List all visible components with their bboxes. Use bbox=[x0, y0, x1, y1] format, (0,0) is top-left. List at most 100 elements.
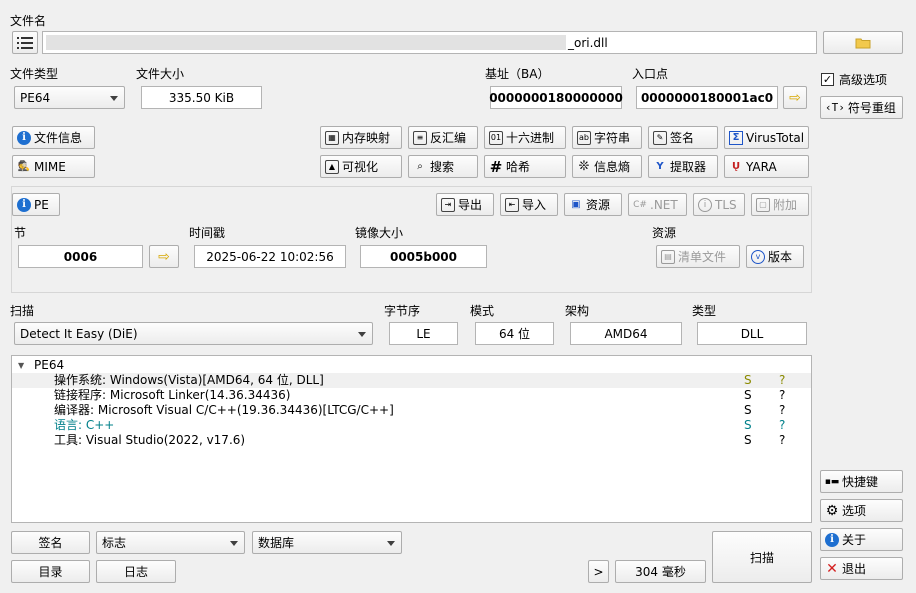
entropy-button[interactable]: ❊ 信息熵 bbox=[572, 155, 642, 178]
export-icon: ⇥ bbox=[441, 197, 455, 212]
tls-button[interactable]: i TLS bbox=[693, 193, 745, 216]
hex-button[interactable]: 01 十六进制 bbox=[484, 126, 566, 149]
version-button[interactable]: v 版本 bbox=[746, 245, 804, 268]
mode-label: 模式 bbox=[470, 304, 495, 318]
virustotal-icon: Σ bbox=[729, 130, 743, 145]
expand-arrow-icon: ▼ bbox=[18, 361, 25, 370]
advanced-checkbox[interactable]: ✓ 高级选项 bbox=[821, 71, 887, 88]
type-label: 类型 bbox=[692, 304, 717, 318]
chevron-down-icon bbox=[358, 331, 366, 337]
pe-button[interactable]: i PE bbox=[12, 193, 60, 216]
fileinfo-button[interactable]: i 文件信息 bbox=[12, 126, 95, 149]
options-button[interactable]: ⚙ 选项 bbox=[820, 499, 903, 522]
arch-field: AMD64 bbox=[570, 322, 682, 345]
manifest-button[interactable]: ▤ 清单文件 bbox=[656, 245, 740, 268]
tree-row[interactable]: 编译器: Microsoft Visual C/C++(19.36.34436)… bbox=[12, 403, 811, 418]
imagesize-label: 镜像大小 bbox=[355, 226, 404, 240]
import-icon: ⇤ bbox=[505, 197, 519, 212]
exit-button[interactable]: ✕ 退出 bbox=[820, 557, 903, 580]
elapsed-time: 304 毫秒 bbox=[615, 560, 706, 583]
sections-field[interactable]: 0006 bbox=[18, 245, 143, 268]
tree-row-q[interactable]: ? bbox=[779, 403, 785, 418]
virustotal-button[interactable]: Σ VirusTotal bbox=[724, 126, 809, 149]
signature-button[interactable]: 签名 bbox=[11, 531, 90, 554]
log-button[interactable]: 日志 bbox=[96, 560, 176, 583]
resources-button[interactable]: ▣ 资源 bbox=[564, 193, 622, 216]
filetype-select[interactable]: PE64 bbox=[14, 86, 125, 109]
shortcuts-label: 快捷键 bbox=[842, 475, 879, 489]
net-button[interactable]: C# .NET bbox=[628, 193, 687, 216]
search-button[interactable]: ⌕ 搜索 bbox=[408, 155, 478, 178]
endian-label: 字节序 bbox=[384, 304, 421, 318]
file-label: 文件名 bbox=[10, 14, 47, 28]
scan-label: 扫描 bbox=[10, 304, 35, 318]
goto-entry-button[interactable]: ⇨ bbox=[783, 86, 807, 109]
open-file-button[interactable] bbox=[823, 31, 903, 54]
imagesize-field[interactable]: 0005b000 bbox=[360, 245, 487, 268]
extractor-button[interactable]: Y 提取器 bbox=[648, 155, 718, 178]
memmap-button[interactable]: ▦ 内存映射 bbox=[320, 126, 402, 149]
chevron-down-icon bbox=[387, 540, 395, 546]
entropy-icon: ❊ bbox=[578, 159, 590, 174]
search-label: 搜索 bbox=[430, 160, 455, 174]
overlay-button[interactable]: ▢ 附加 bbox=[751, 193, 809, 216]
tree-row[interactable]: 操作系统: Windows(Vista)[AMD64, 64 位, DLL] S? bbox=[12, 373, 811, 388]
import-button[interactable]: ⇤ 导入 bbox=[500, 193, 558, 216]
manifest-label: 清单文件 bbox=[678, 250, 727, 264]
signature-tool-button[interactable]: ✎ 签名 bbox=[648, 126, 718, 149]
entropy-label: 信息熵 bbox=[594, 160, 631, 174]
exit-label: 退出 bbox=[842, 562, 867, 576]
about-button[interactable]: i 关于 bbox=[820, 528, 903, 551]
strings-icon: ab bbox=[577, 130, 591, 145]
close-icon: ✕ bbox=[826, 560, 838, 577]
tree-row-s[interactable]: S bbox=[744, 388, 752, 403]
tree-row-s[interactable]: S bbox=[744, 433, 752, 448]
base-field[interactable]: 0000000180000000 bbox=[489, 86, 623, 109]
shortcuts-button[interactable]: ▪▬ 快捷键 bbox=[820, 470, 903, 493]
tree-row-q[interactable]: ? bbox=[779, 433, 785, 448]
tree-row[interactable]: 工具: Visual Studio(2022, v17.6) S? bbox=[12, 433, 811, 448]
tree-row-s[interactable]: S bbox=[744, 418, 752, 433]
search-icon: ⌕ bbox=[417, 161, 423, 172]
tree-row-s[interactable]: S bbox=[744, 403, 752, 418]
entry-field[interactable]: 0000000180001ac0 bbox=[636, 86, 778, 109]
arch-label: 架构 bbox=[565, 304, 590, 318]
tree-row-text: 工具: Visual Studio(2022, v17.6) bbox=[54, 433, 246, 447]
folder-icon bbox=[855, 38, 871, 48]
tree-row-q[interactable]: ? bbox=[779, 418, 785, 433]
virustotal-label: VirusTotal bbox=[746, 130, 805, 145]
tree-row-q[interactable]: ? bbox=[779, 388, 785, 403]
menu-button[interactable] bbox=[12, 31, 38, 54]
more-button[interactable]: > bbox=[588, 560, 609, 583]
flags-select[interactable]: 标志 bbox=[96, 531, 245, 554]
results-tree[interactable]: ▼ PE64 操作系统: Windows(Vista)[AMD64, 64 位,… bbox=[11, 355, 812, 523]
tree-row-s[interactable]: S bbox=[744, 373, 752, 388]
tree-row[interactable]: 链接程序: Microsoft Linker(14.36.34436) S? bbox=[12, 388, 811, 403]
directory-button[interactable]: 目录 bbox=[11, 560, 90, 583]
tree-row-q[interactable]: ? bbox=[779, 373, 785, 388]
hash-button[interactable]: # 哈希 bbox=[484, 155, 566, 178]
resources-icon: ▣ bbox=[571, 199, 581, 210]
yara-button[interactable]: Ų YARA bbox=[724, 155, 809, 178]
chevron-down-icon bbox=[110, 95, 118, 101]
demangle-icon: ‹T› bbox=[825, 101, 845, 114]
info-icon: i bbox=[17, 197, 31, 212]
scan-engine-value: Detect It Easy (DiE) bbox=[20, 326, 138, 341]
net-label: .NET bbox=[650, 197, 678, 212]
strings-button[interactable]: ab 字符串 bbox=[572, 126, 642, 149]
file-path-field[interactable]: _ori.dll bbox=[42, 31, 817, 54]
sections-goto-button[interactable]: ⇨ bbox=[149, 245, 179, 268]
mime-button[interactable]: 🕵 MIME bbox=[12, 155, 95, 178]
export-button[interactable]: ⇥ 导出 bbox=[436, 193, 494, 216]
mode-field: 64 位 bbox=[475, 322, 554, 345]
visualize-button[interactable]: ▲ 可视化 bbox=[320, 155, 402, 178]
signature-tool-label: 签名 bbox=[670, 131, 695, 145]
scan-engine-select[interactable]: Detect It Easy (DiE) bbox=[14, 322, 373, 345]
tree-root[interactable]: ▼ PE64 bbox=[12, 358, 811, 373]
database-select[interactable]: 数据库 bbox=[252, 531, 402, 554]
disasm-button[interactable]: ≡ 反汇编 bbox=[408, 126, 478, 149]
endian-field: LE bbox=[389, 322, 458, 345]
symbol-demangle-button[interactable]: ‹T› 符号重组 bbox=[820, 96, 903, 119]
scan-button[interactable]: 扫描 bbox=[712, 531, 812, 583]
tree-row[interactable]: 语言: C++ S? bbox=[12, 418, 811, 433]
